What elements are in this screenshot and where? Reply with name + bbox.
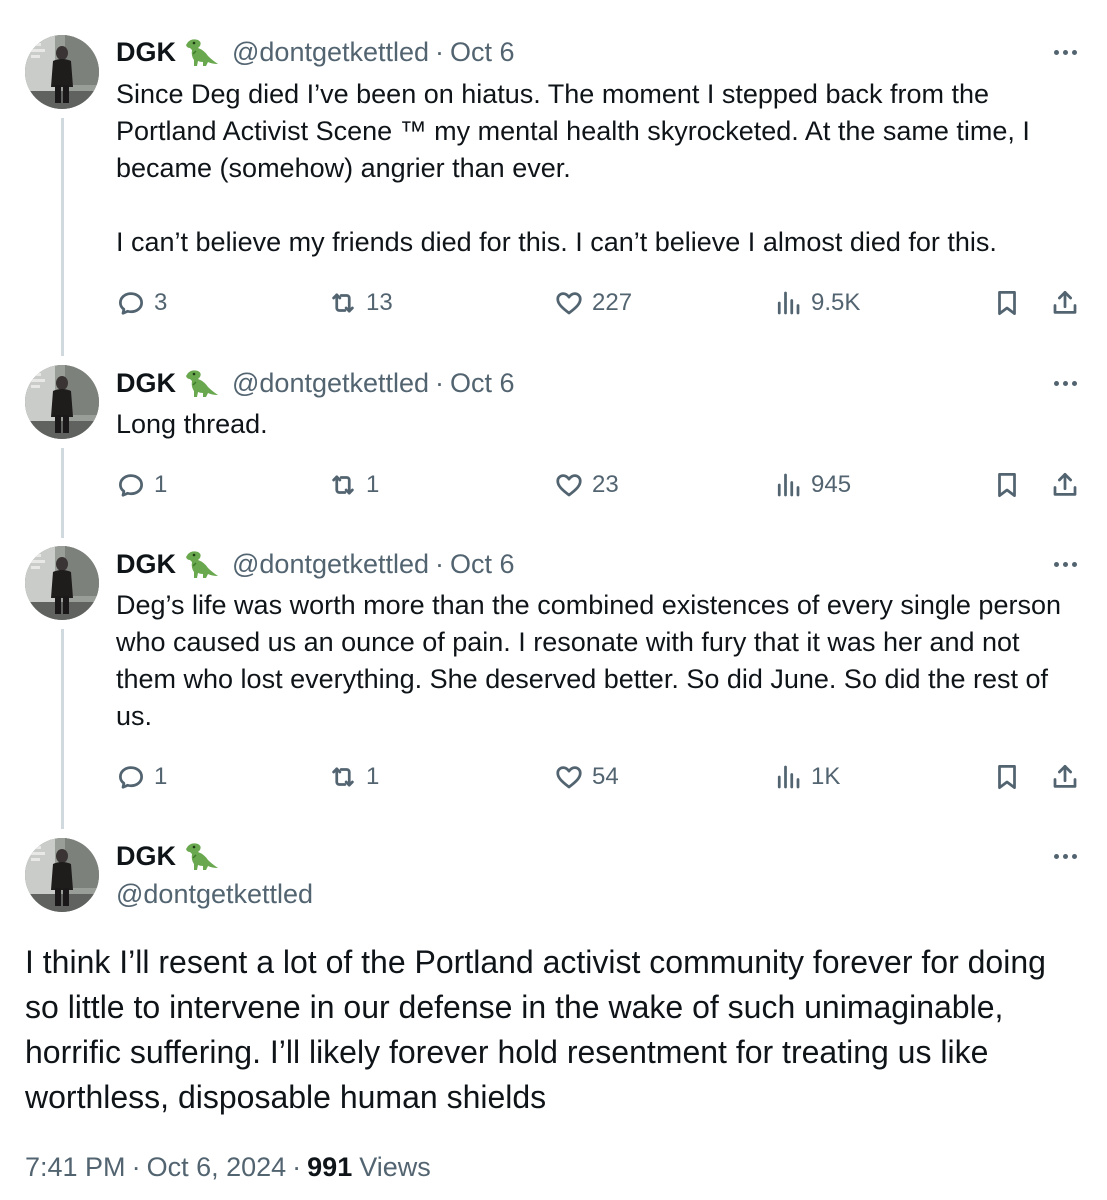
reply-count: 3 (154, 289, 168, 316)
separator-dot: · (435, 548, 445, 579)
user-handle[interactable]: @dontgetkettled (232, 368, 429, 399)
display-name[interactable]: DGK (116, 841, 176, 872)
like-button[interactable]: 23 (554, 467, 619, 503)
tweet-full-date[interactable]: Oct 6, 2024 (147, 1152, 287, 1183)
display-name[interactable]: DGK (116, 549, 176, 580)
heart-icon (556, 474, 582, 497)
reply-button[interactable]: 3 (116, 285, 167, 321)
tweet-date[interactable]: Oct 6 (450, 37, 515, 68)
share-icon (1053, 473, 1077, 496)
separator-dot: · (131, 1151, 141, 1182)
bookmark-button[interactable] (992, 285, 1022, 321)
views-button[interactable]: 9.5K (773, 285, 860, 321)
share-button[interactable] (1050, 759, 1080, 795)
tweet-meta: 7:41 PM · Oct 6, 2024 · 991 Views (25, 1148, 431, 1186)
separator-dot: · (292, 1151, 302, 1182)
bookmark-icon (998, 765, 1016, 789)
tweet-header: DGK @dontgetkettled · Oct 6 (116, 34, 1077, 70)
user-handle[interactable]: @dontgetkettled (232, 549, 429, 580)
tweet-time[interactable]: 7:41 PM (25, 1152, 126, 1183)
views-button[interactable]: 1K (773, 759, 840, 795)
separator-dot: · (435, 36, 445, 67)
display-name[interactable]: DGK (116, 37, 176, 68)
share-button[interactable] (1050, 285, 1080, 321)
reply-count: 1 (154, 763, 168, 790)
retweet-count: 1 (366, 763, 380, 790)
like-button[interactable]: 54 (554, 759, 619, 795)
like-button[interactable]: 227 (554, 285, 632, 321)
tweet-text: Since Deg died I’ve been on hiatus. The … (116, 79, 1030, 257)
retweet-icon (332, 293, 354, 313)
reply-icon (119, 474, 143, 497)
bookmark-icon (998, 473, 1016, 497)
separator-dot: · (435, 367, 445, 398)
bookmark-button[interactable] (992, 467, 1022, 503)
views-bar-chart-icon (777, 765, 800, 789)
t-rex-emoji-icon (182, 840, 220, 872)
views-count: 945 (811, 471, 852, 498)
main-more-row (116, 838, 1077, 874)
more-dots-icon[interactable] (1054, 546, 1077, 582)
retweet-count: 13 (366, 289, 393, 316)
tweet-actions: 3 13 227 9.5K (116, 285, 1083, 321)
tweet-text: Long thread. (116, 409, 268, 439)
reply-icon (119, 292, 143, 315)
retweet-button[interactable]: 13 (328, 285, 393, 321)
thread-line (61, 118, 64, 356)
tweet-header: DGK (116, 838, 232, 874)
tweet-header: DGK @dontgetkettled · Oct 6 (116, 546, 1077, 582)
more-dots-icon[interactable] (1054, 34, 1077, 70)
like-count: 23 (592, 471, 619, 498)
user-handle[interactable]: @dontgetkettled (116, 876, 313, 912)
tweet-date[interactable]: Oct 6 (450, 549, 515, 580)
thread-line (61, 629, 64, 829)
reply-icon (119, 766, 143, 789)
avatar[interactable] (25, 838, 99, 912)
heart-icon (556, 766, 582, 789)
retweet-icon (332, 475, 354, 495)
like-count: 227 (592, 289, 633, 316)
views-count: 1K (811, 763, 841, 790)
share-icon (1053, 765, 1077, 788)
reply-button[interactable]: 1 (116, 759, 167, 795)
avatar[interactable] (25, 35, 99, 109)
view-count: 991 (307, 1151, 353, 1182)
tweet-actions: 1 1 54 1K (116, 759, 1083, 795)
retweet-count: 1 (366, 471, 380, 498)
tweet-text: I think I’ll resent a lot of the Portlan… (25, 944, 1046, 1115)
display-name[interactable]: DGK (116, 368, 176, 399)
more-dots-icon[interactable] (1054, 365, 1077, 401)
views-bar-chart-icon (777, 473, 800, 497)
bookmark-icon (998, 291, 1016, 315)
user-handle[interactable]: @dontgetkettled (232, 37, 429, 68)
reply-count: 1 (154, 471, 168, 498)
tweet-date[interactable]: Oct 6 (450, 368, 515, 399)
retweet-button[interactable]: 1 (328, 759, 379, 795)
retweet-icon (332, 767, 354, 787)
t-rex-emoji-icon (182, 548, 220, 580)
tweet-text: Deg’s life was worth more than the combi… (116, 590, 1061, 731)
avatar[interactable] (25, 546, 99, 620)
heart-icon (556, 292, 582, 315)
share-button[interactable] (1050, 467, 1080, 503)
t-rex-emoji-icon (182, 36, 220, 68)
tweet-header: DGK @dontgetkettled · Oct 6 (116, 365, 1077, 401)
views-label: Views (359, 1151, 431, 1182)
reply-button[interactable]: 1 (116, 467, 167, 503)
views-button[interactable]: 945 (773, 467, 851, 503)
bookmark-button[interactable] (992, 759, 1022, 795)
like-count: 54 (592, 763, 619, 790)
t-rex-emoji-icon (182, 367, 220, 399)
views-count: 9.5K (811, 289, 861, 316)
share-icon (1053, 291, 1077, 314)
tweet-actions: 1 1 23 945 (116, 467, 1083, 503)
avatar[interactable] (25, 365, 99, 439)
more-dots-icon[interactable] (1054, 838, 1077, 874)
retweet-button[interactable]: 1 (328, 467, 379, 503)
views-bar-chart-icon (777, 291, 800, 315)
thread-line (61, 448, 64, 538)
